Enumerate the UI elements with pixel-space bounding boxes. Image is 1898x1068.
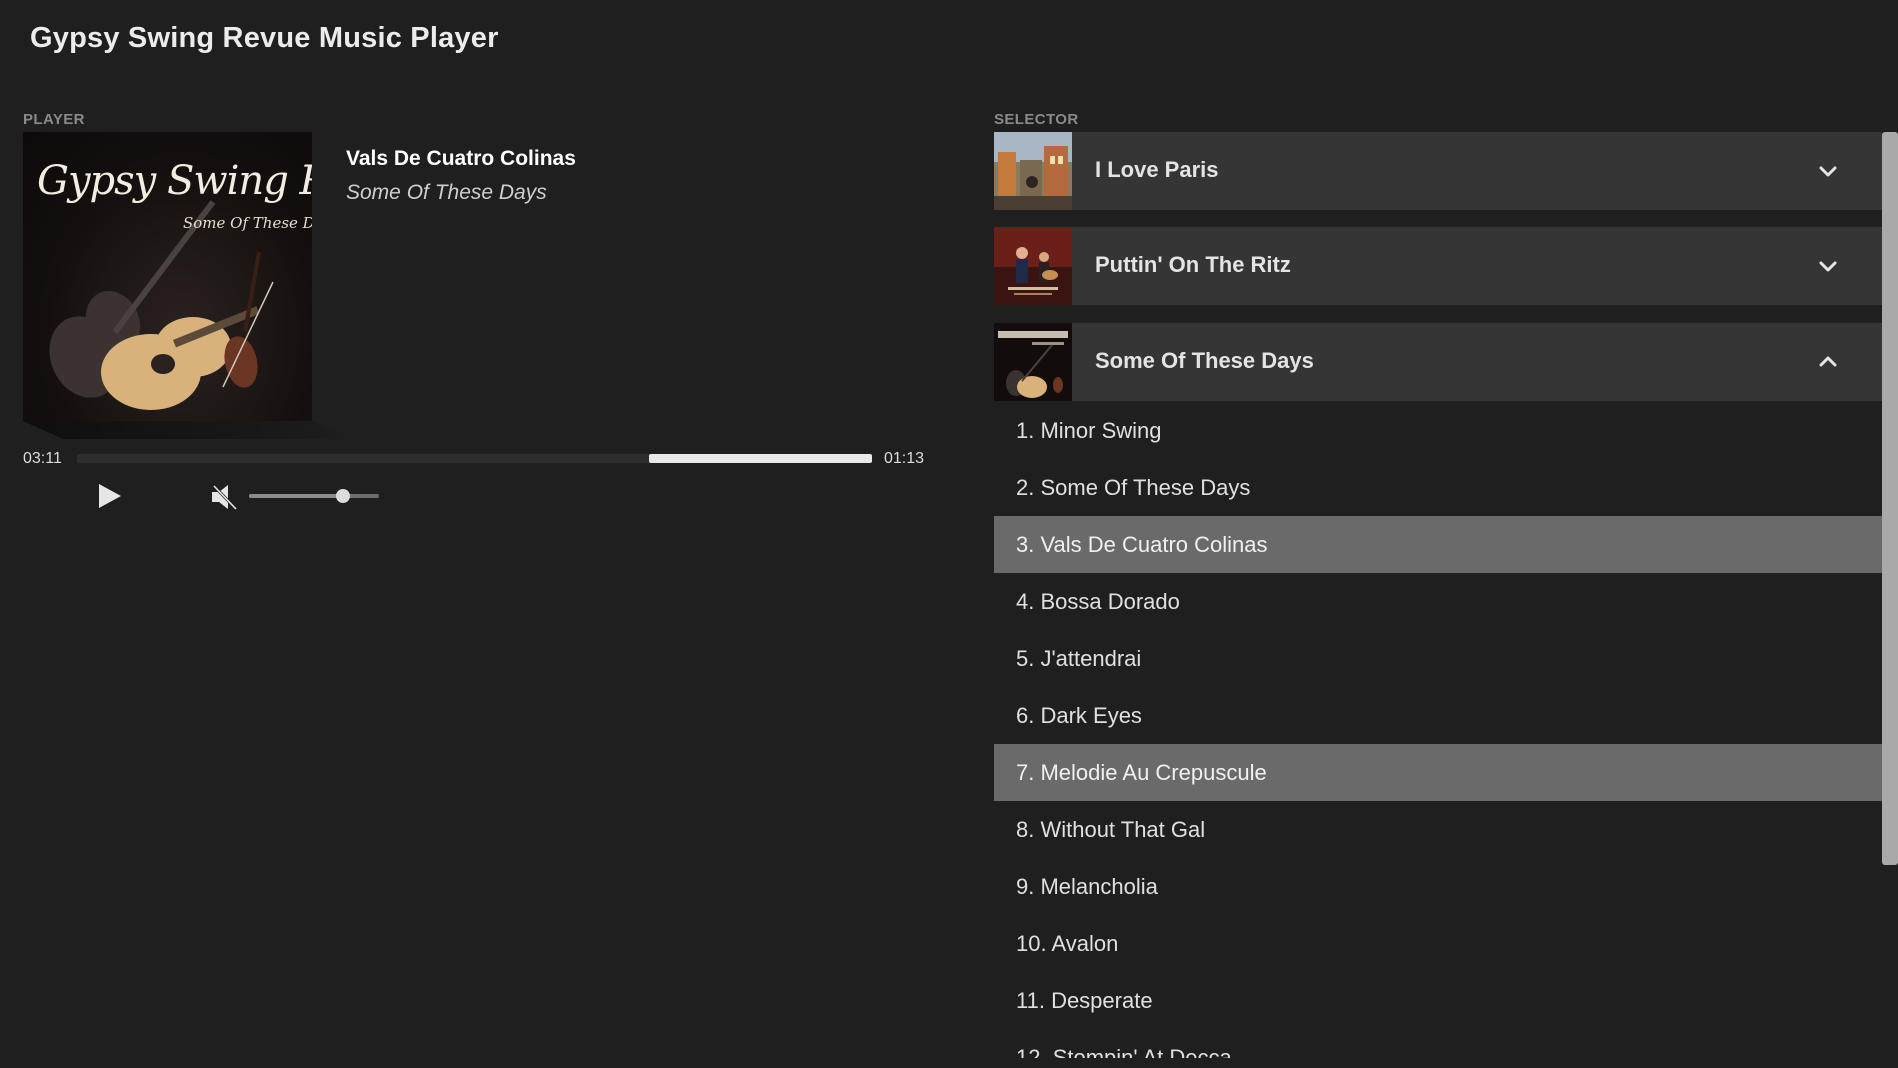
remaining-time: 01:13 <box>884 450 925 467</box>
selector-scrollbar-thumb[interactable] <box>1882 132 1898 865</box>
album-header-puttin-on-the-ritz[interactable]: Puttin' On The Ritz <box>994 227 1882 305</box>
album-title: Puttin' On The Ritz <box>1095 252 1291 277</box>
album-thumbnail <box>994 132 1072 210</box>
elapsed-time: 03:11 <box>23 450 62 467</box>
album-title: I Love Paris <box>1095 157 1219 182</box>
chevron-down-icon <box>1819 261 1837 272</box>
track-item[interactable]: 1. Minor Swing <box>994 402 1882 459</box>
track-item[interactable]: 12. Stompin' At Decca <box>994 1029 1882 1058</box>
album-selector: I Love Paris Puttin' On The Ritz Some Of… <box>994 132 1882 1058</box>
now-playing-track: Vals De Cuatro Colinas <box>346 147 576 170</box>
album-art-title: Gypsy Swing Revue <box>37 158 312 204</box>
album-title: Some Of These Days <box>1095 348 1314 373</box>
track-item[interactable]: 7. Melodie Au Crepuscule <box>994 744 1882 801</box>
volume-fill <box>249 494 343 498</box>
chevron-up-icon <box>1819 356 1837 367</box>
album-art-subtitle: Some Of These Days <box>183 214 312 232</box>
album-art: Gypsy Swing Revue Some Of These Days <box>23 132 312 421</box>
album-art-shadow <box>23 421 353 439</box>
album-thumbnail <box>994 323 1072 401</box>
track-item[interactable]: 10. Avalon <box>994 915 1882 972</box>
album-header-i-love-paris[interactable]: I Love Paris <box>994 132 1882 210</box>
player-panel: Gypsy Swing Revue Some Of These Days Val… <box>23 0 933 520</box>
progress-fill <box>649 454 872 463</box>
volume-thumb[interactable] <box>335 489 350 503</box>
track-item[interactable]: 3. Vals De Cuatro Colinas <box>994 516 1882 573</box>
play-button[interactable] <box>91 481 127 511</box>
volume-track <box>249 494 379 498</box>
album-header-some-of-these-days[interactable]: Some Of These Days <box>994 323 1882 401</box>
track-item[interactable]: 2. Some Of These Days <box>994 459 1882 516</box>
speaker-muted-icon <box>212 484 238 511</box>
track-item[interactable]: 6. Dark Eyes <box>994 687 1882 744</box>
volume-slider[interactable] <box>249 489 379 503</box>
selector-scrollbar[interactable] <box>1882 132 1898 1068</box>
track-item[interactable]: 11. Desperate <box>994 972 1882 1029</box>
play-icon <box>99 484 121 508</box>
selector-section-label: SELECTOR <box>994 111 1079 128</box>
track-item[interactable]: 5. J'attendrai <box>994 630 1882 687</box>
track-item[interactable]: 9. Melancholia <box>994 858 1882 915</box>
track-item[interactable]: 8. Without That Gal <box>994 801 1882 858</box>
track-list: 1. Minor Swing 2. Some Of These Days 3. … <box>994 402 1882 1058</box>
track-item[interactable]: 4. Bossa Dorado <box>994 573 1882 630</box>
mute-button[interactable] <box>210 482 242 512</box>
chevron-down-icon <box>1819 166 1837 177</box>
album-thumbnail <box>994 227 1072 305</box>
progress-bar[interactable] <box>77 454 872 463</box>
now-playing-album: Some Of These Days <box>346 181 547 204</box>
